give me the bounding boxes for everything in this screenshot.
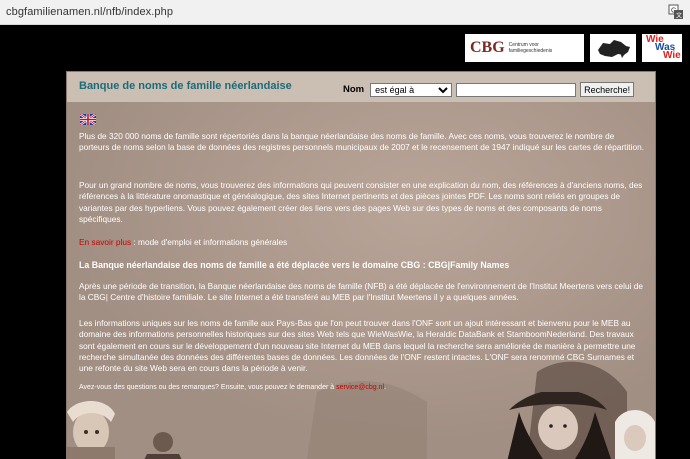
wie-text-2: Wie bbox=[663, 50, 681, 61]
info-paragraph: Pour un grand nombre de noms, vous trouv… bbox=[79, 180, 643, 224]
netherlands-map-logo[interactable] bbox=[590, 34, 636, 62]
address-bar[interactable]: cbgfamilienamen.nl/nfb/index.php G 文 bbox=[0, 0, 690, 25]
uk-flag-icon[interactable] bbox=[80, 114, 96, 125]
name-search-input[interactable] bbox=[456, 82, 577, 97]
historic-photos-strip bbox=[67, 392, 655, 459]
email-link[interactable]: service@cbg.nl bbox=[336, 384, 384, 391]
moved-heading: La Banque néerlandaise des noms de famil… bbox=[79, 260, 510, 270]
match-type-select[interactable]: est égal à bbox=[370, 82, 453, 97]
more-info-line: En savoir plus : mode d'emploi et inform… bbox=[79, 237, 645, 248]
wiewaswie-logo[interactable]: Wie Was Wie bbox=[642, 34, 682, 62]
contact-text: Avez-vous des questions ou des remarques… bbox=[79, 384, 335, 391]
contact-end: . bbox=[384, 384, 387, 391]
read-more-link[interactable]: En savoir plus bbox=[79, 237, 131, 247]
more-info-text: : mode d'emploi et informations générale… bbox=[131, 237, 288, 247]
cbg-tagline: Centrum voor familiegeschiedenis bbox=[508, 42, 553, 54]
search-form: Nom est égal à Recherche! bbox=[343, 82, 635, 97]
svg-text:文: 文 bbox=[676, 12, 682, 20]
translate-icon[interactable]: G 文 bbox=[668, 4, 684, 20]
cbg-logo[interactable]: CBG Centrum voor familiegeschiedenis bbox=[465, 34, 584, 62]
transition-paragraph: Après une période de transition, la Banq… bbox=[79, 281, 643, 303]
main-panel: Banque de noms de famille néerlandaise N… bbox=[66, 71, 656, 459]
cbg-mark: CBG bbox=[470, 39, 505, 56]
unique-info-paragraph: Les informations uniques sur les noms de… bbox=[79, 318, 636, 374]
partner-logos: CBG Centrum voor familiegeschiedenis Wie… bbox=[465, 34, 682, 62]
url-text[interactable]: cbgfamilienamen.nl/nfb/index.php bbox=[6, 6, 173, 18]
site-title: Banque de noms de famille néerlandaise bbox=[79, 80, 292, 92]
intro-paragraph: Plus de 320 000 noms de famille sont rép… bbox=[79, 131, 644, 153]
search-button[interactable]: Recherche! bbox=[580, 82, 635, 97]
search-label: Nom bbox=[343, 84, 365, 95]
map-icon bbox=[598, 40, 630, 58]
